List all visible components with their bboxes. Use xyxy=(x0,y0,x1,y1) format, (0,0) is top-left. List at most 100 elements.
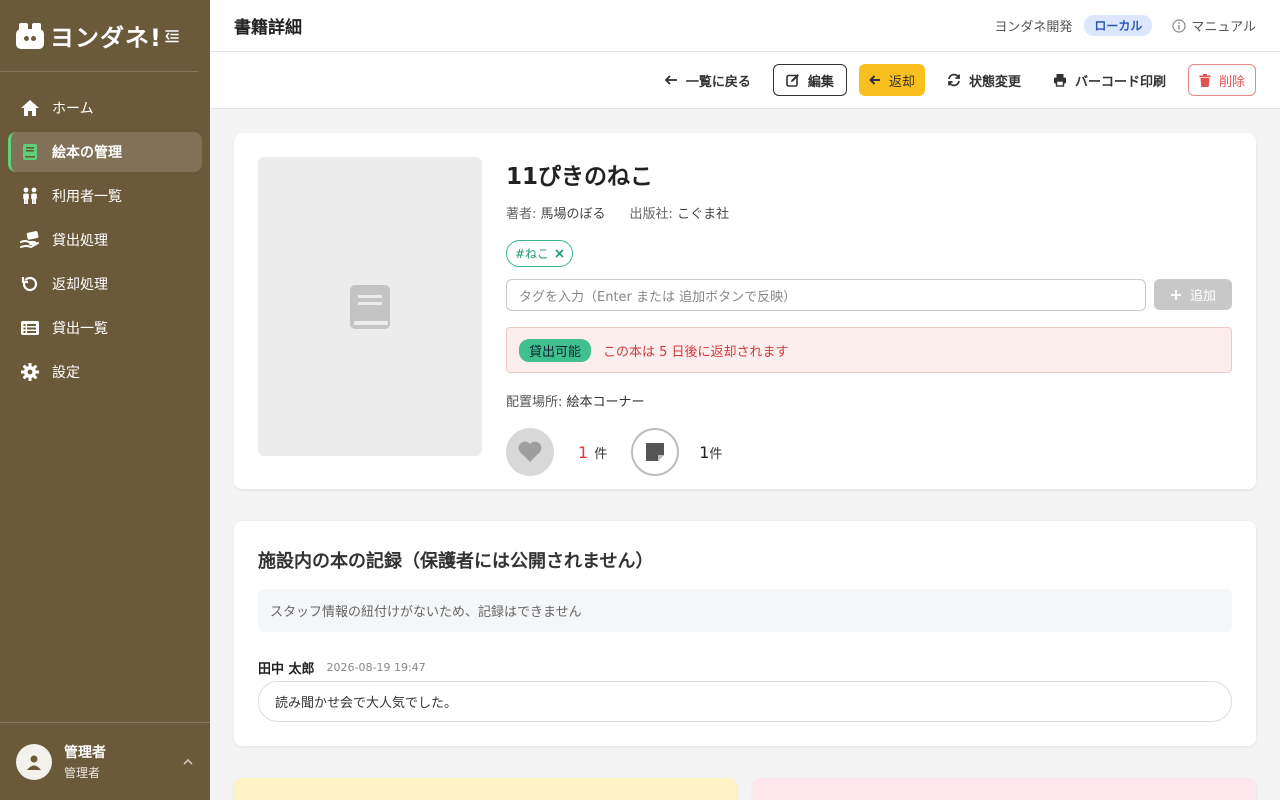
sidebar-item-home[interactable]: ホーム xyxy=(8,88,202,128)
user-menu[interactable]: 管理者 管理者 xyxy=(0,722,210,800)
edit-button[interactable]: 編集 xyxy=(772,64,847,96)
collapse-sidebar-icon[interactable] xyxy=(162,26,182,46)
chevron-up-icon xyxy=(183,758,193,765)
book-placeholder-icon xyxy=(350,284,390,329)
back-label: 一覧に戻る xyxy=(685,74,751,90)
favorites-number: 1 xyxy=(578,442,589,462)
sidebar-item-lending-list[interactable]: 貸出一覧 xyxy=(8,308,202,348)
book-stats: 1件 1件 xyxy=(506,428,1232,476)
book-title: 11ぴきのねこ xyxy=(506,164,654,190)
remove-tag-icon[interactable] xyxy=(555,249,564,258)
edit-icon xyxy=(786,74,799,87)
sidebar-item-lending[interactable]: 貸出処理 xyxy=(8,220,202,260)
publisher-value: こぐま社 xyxy=(677,207,730,222)
sidebar-nav: ホーム 絵本の管理 利用者一覧 貸出処理 返却処理 貸出一覧 設定 xyxy=(0,72,210,392)
return-button[interactable]: 返却 xyxy=(858,64,925,96)
status-change-label: 状態変更 xyxy=(968,74,1021,90)
arrow-left-icon xyxy=(664,75,677,85)
favorites-unit: 件 xyxy=(594,446,608,462)
sidebar-item-label: 設定 xyxy=(52,365,80,381)
avatar xyxy=(16,743,52,780)
publisher-field: 出版社: こぐま社 xyxy=(630,203,730,222)
manual-link[interactable]: マニュアル xyxy=(1172,16,1256,35)
location-label: 配置場所: xyxy=(506,395,563,410)
book-meta: 著者: 馬場のぼる 出版社: こぐま社 xyxy=(506,203,1232,222)
location-field: 配置場所: 絵本コーナー xyxy=(506,391,1232,410)
gear-icon xyxy=(21,363,39,381)
sidebar-item-return[interactable]: 返却処理 xyxy=(8,264,202,304)
info-icon xyxy=(1172,18,1186,33)
notes-unit: 件 xyxy=(709,446,723,462)
add-tag-label: 追加 xyxy=(1189,289,1216,304)
barcode-label: バーコード印刷 xyxy=(1074,74,1166,90)
favorite-button[interactable] xyxy=(506,428,554,476)
env-badge: ローカル xyxy=(1084,15,1153,36)
barcode-print-button[interactable]: バーコード印刷 xyxy=(1043,64,1176,96)
author-value: 馬場のぼる xyxy=(540,207,606,222)
sidebar-item-books[interactable]: 絵本の管理 xyxy=(8,132,202,172)
org-name: ヨンダネ開発 xyxy=(994,20,1073,35)
manual-label: マニュアル xyxy=(1191,20,1256,35)
tag-chip[interactable]: #ねこ xyxy=(506,240,574,267)
back-to-list-button[interactable]: 一覧に戻る xyxy=(654,64,761,96)
loan-status-box: 貸出可能 この本は 5 日後に返却されます xyxy=(506,327,1232,373)
record-author: 田中 太郎 xyxy=(258,662,315,677)
status-message: この本は 5 日後に返却されます xyxy=(603,344,789,360)
status-change-button[interactable]: 状態変更 xyxy=(937,64,1031,96)
return-label: 返却 xyxy=(888,74,915,90)
note-button[interactable] xyxy=(631,428,680,476)
app-logo[interactable]: ヨンダネ! xyxy=(16,18,162,53)
bottom-card-pink xyxy=(753,778,1256,800)
delete-button[interactable]: 削除 xyxy=(1187,64,1256,96)
publisher-label: 出版社: xyxy=(629,207,673,222)
author-label: 著者: xyxy=(506,207,537,222)
header-right: ヨンダネ開発 ローカル マニュアル xyxy=(994,15,1256,36)
book-icon xyxy=(23,144,37,160)
sidebar-item-label: 返却処理 xyxy=(52,277,108,293)
edit-label: 編集 xyxy=(807,74,834,90)
tag-input[interactable]: タグを入力（Enter または 追加ボタンで反映） xyxy=(506,279,1146,311)
plus-icon xyxy=(1170,289,1181,300)
notes-count: 1件 xyxy=(699,443,722,462)
sidebar-item-label: 貸出処理 xyxy=(52,233,108,249)
logo-text: ヨンダネ! xyxy=(50,24,162,52)
book-cover-placeholder xyxy=(258,157,482,456)
favorites-count: 1件 xyxy=(578,443,607,462)
bottom-card-yellow xyxy=(234,778,737,800)
sidebar-item-label: 利用者一覧 xyxy=(52,189,122,205)
list-icon xyxy=(21,321,39,335)
user-icon xyxy=(27,755,41,770)
logo-mark-icon xyxy=(16,22,44,49)
sidebar-item-label: 貸出一覧 xyxy=(52,321,108,337)
logo-row: ヨンダネ! xyxy=(0,0,198,72)
record-header: 田中 太郎 2026-08-19 19:47 xyxy=(258,658,426,677)
user-info: 管理者 管理者 xyxy=(64,742,106,781)
refresh-icon xyxy=(948,73,960,87)
notes-number: 1 xyxy=(699,442,710,462)
page-title: 書籍詳細 xyxy=(234,18,302,38)
sidebar-item-settings[interactable]: 設定 xyxy=(8,352,202,392)
status-badge: 貸出可能 xyxy=(519,338,592,362)
arrow-left-icon xyxy=(869,75,880,85)
location-value: 絵本コーナー xyxy=(566,395,645,410)
delete-label: 削除 xyxy=(1218,74,1245,90)
printer-icon xyxy=(1053,74,1066,87)
sticky-note-icon xyxy=(646,443,665,461)
book-info: 11ぴきのねこ 著者: 馬場のぼる 出版社: こぐま社 #ねこ タグを入力（En… xyxy=(506,157,1232,476)
sidebar-item-label: ホーム xyxy=(52,101,94,117)
tag-input-row: タグを入力（Enter または 追加ボタンで反映） 追加 xyxy=(506,279,1232,311)
sidebar-item-users[interactable]: 利用者一覧 xyxy=(8,176,202,216)
page-header: 書籍詳細 ヨンダネ開発 ローカル マニュアル xyxy=(210,0,1280,52)
sidebar: ヨンダネ! ホーム 絵本の管理 利用者一覧 貸出処理 返却処理 貸出一覧 設定 … xyxy=(0,0,210,800)
record-entry: 読み聞かせ会で大人気でした。 xyxy=(258,681,1232,722)
users-icon xyxy=(23,187,37,204)
sidebar-item-label: 絵本の管理 xyxy=(52,145,122,161)
author-field: 著者: 馬場のぼる xyxy=(506,203,606,222)
tag-label: #ねこ xyxy=(515,247,550,261)
return-icon xyxy=(21,276,38,292)
add-tag-button[interactable]: 追加 xyxy=(1154,279,1232,310)
records-title: 施設内の本の記録（保護者には公開されません） xyxy=(258,551,654,572)
hand-lend-icon xyxy=(20,231,39,249)
user-role: 管理者 xyxy=(64,766,101,780)
heart-icon xyxy=(518,441,542,462)
